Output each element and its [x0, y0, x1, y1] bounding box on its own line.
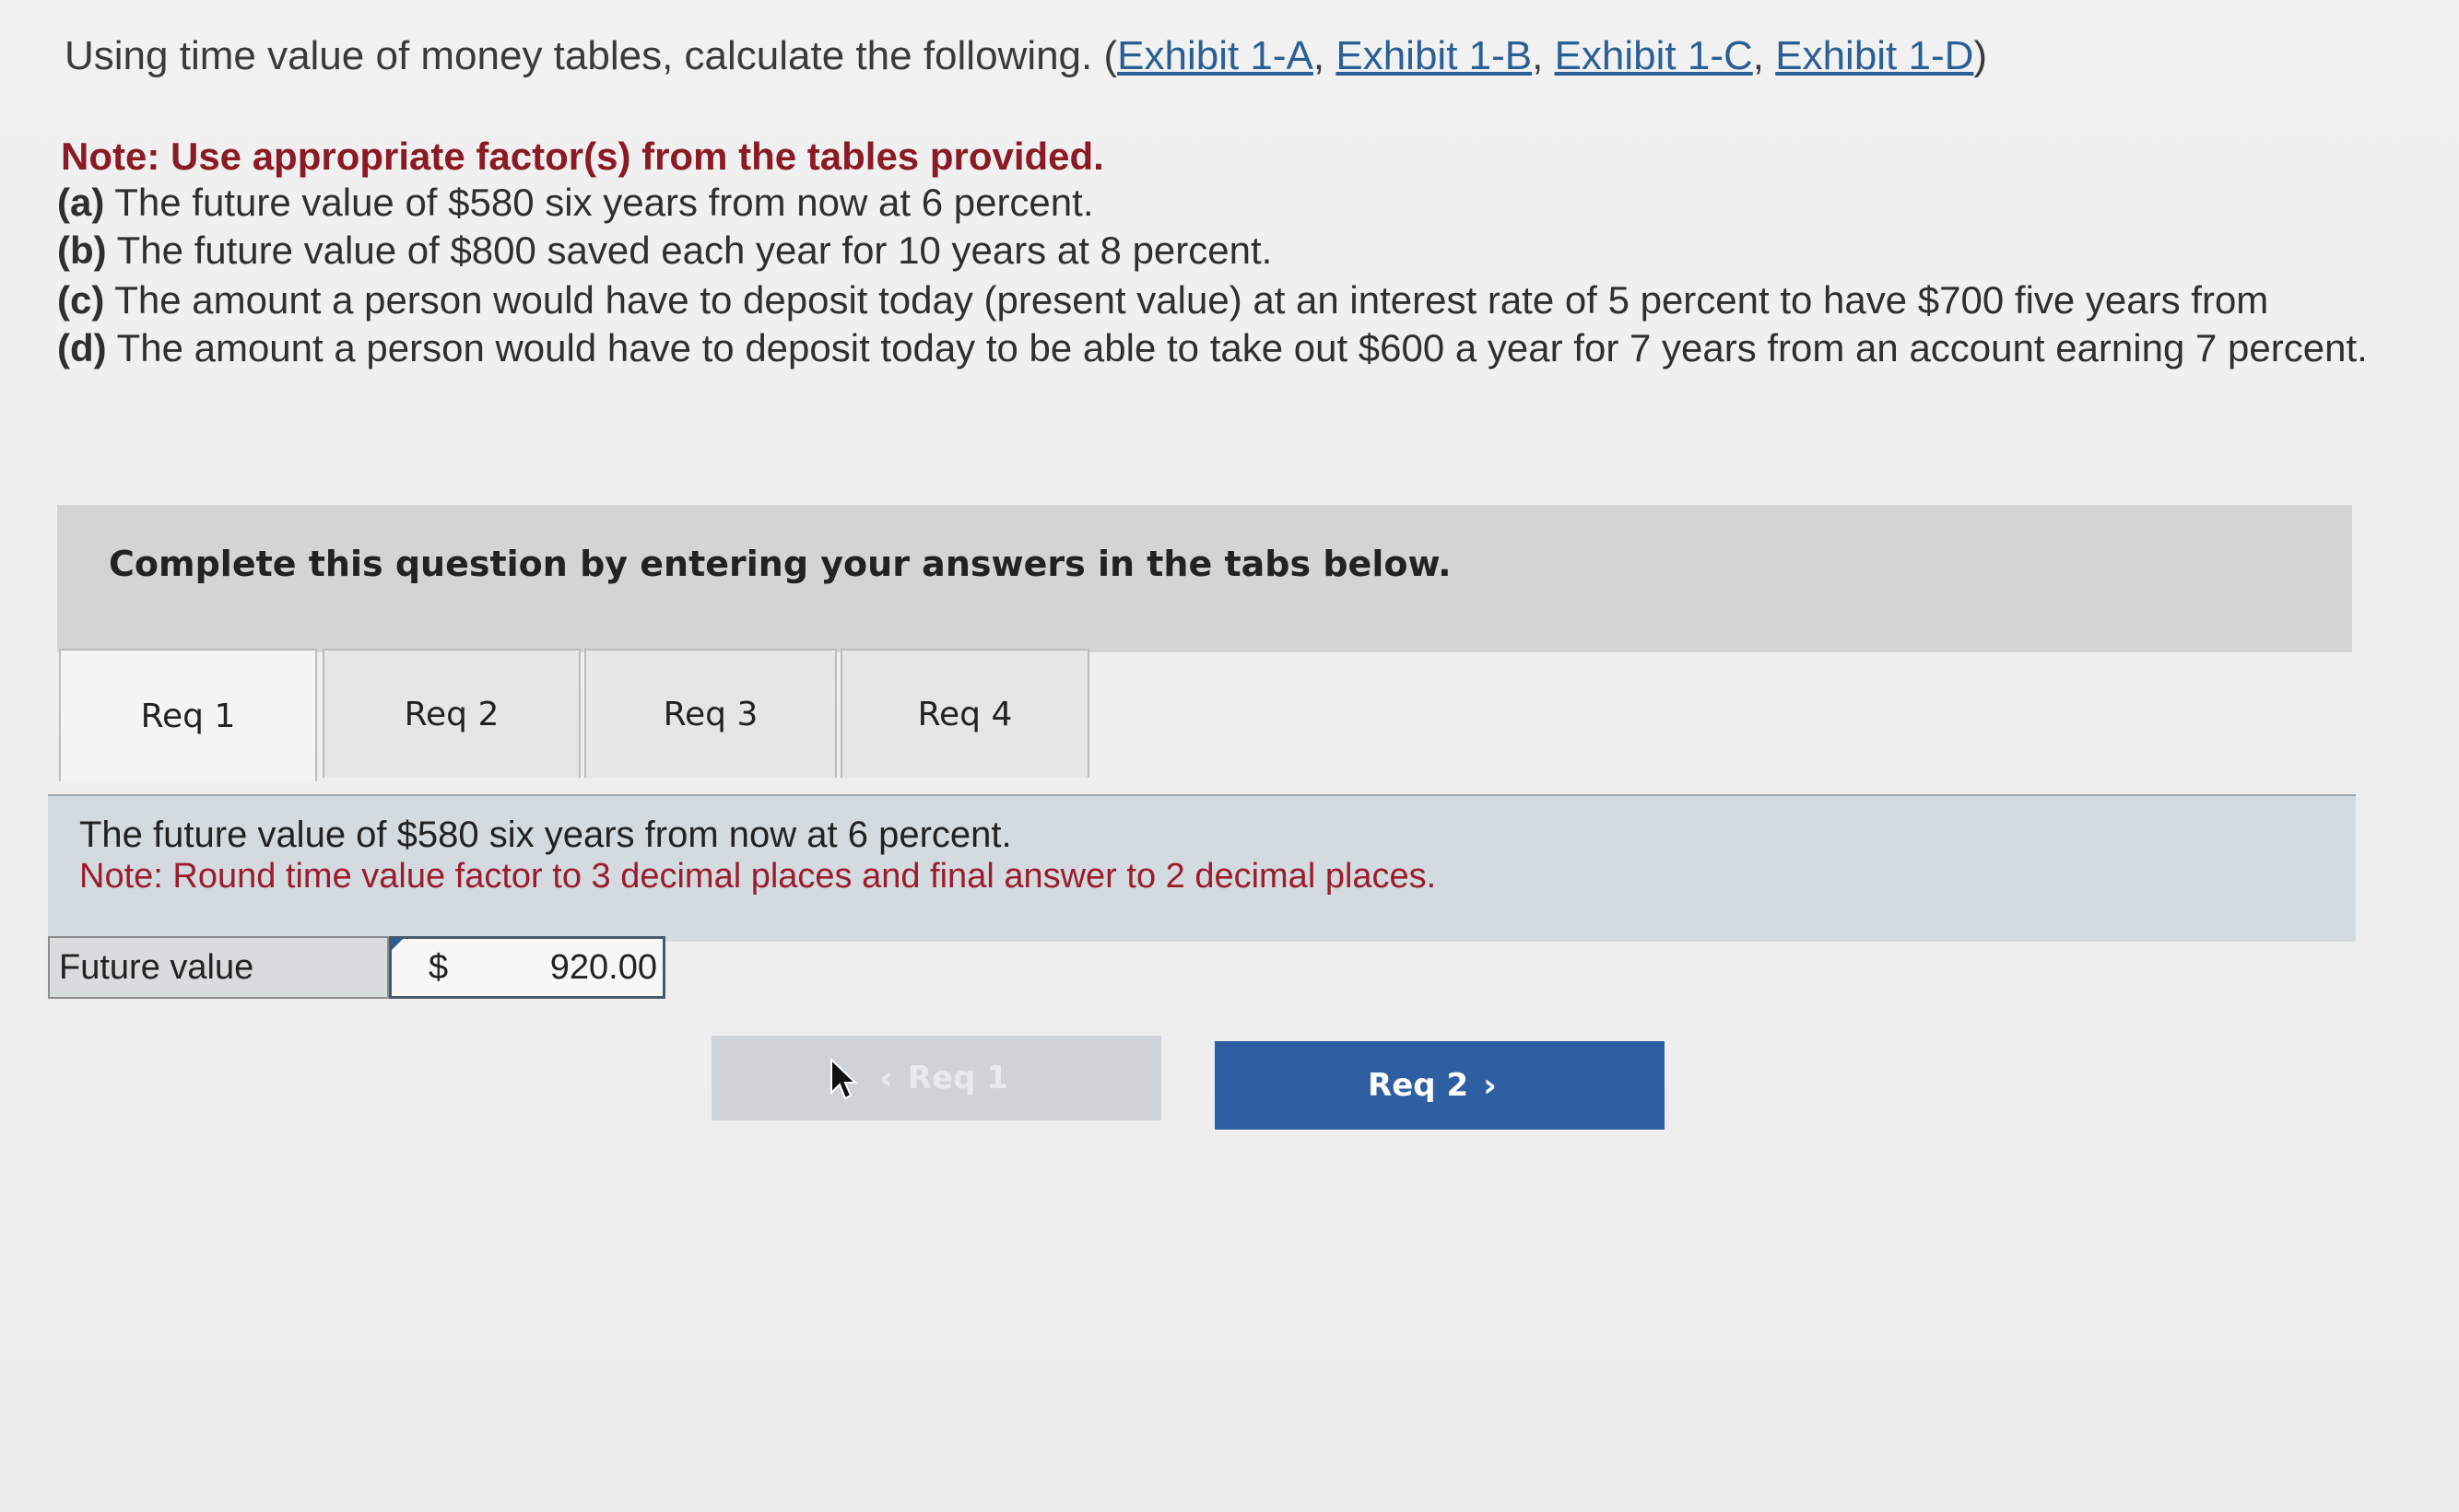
part-text: The future value of $580 six years from …: [114, 181, 1094, 224]
tab-label: Req 1: [140, 697, 236, 735]
rounding-note: Note: Round time value factor to 3 decim…: [79, 857, 1437, 896]
question-intro: Using time value of money tables, calcul…: [65, 33, 1988, 78]
instruction-banner: Complete this question by entering your …: [57, 505, 2352, 652]
requirement-panel: The future value of $580 six years from …: [48, 794, 2356, 942]
intro-close: ): [1973, 33, 1988, 78]
chevron-right-icon: ›: [1483, 1066, 1497, 1105]
banner-text: Complete this question by entering your …: [109, 544, 1452, 584]
next-req-button[interactable]: Req 2 ›: [1215, 1041, 1665, 1130]
part-letter: (a): [57, 181, 105, 224]
question-part-b: (b) The future value of $800 saved each …: [57, 229, 1272, 273]
question-part-d: (d) The amount a person would have to de…: [57, 324, 2435, 372]
chevron-left-icon: ‹: [879, 1059, 893, 1097]
prev-button-label: Req 1: [907, 1060, 1008, 1096]
prev-req-button[interactable]: ‹ Req 1: [712, 1036, 1161, 1120]
exhibit-link-1b[interactable]: Exhibit 1-B: [1335, 33, 1532, 78]
question-part-a: (a) The future value of $580 six years f…: [57, 181, 1094, 225]
tab-req-4[interactable]: Req 4: [841, 649, 1089, 778]
factor-note: Note: Use appropriate factor(s) from the…: [61, 135, 1104, 178]
requirement-description: The future value of $580 six years from …: [79, 815, 1012, 855]
tab-req-1[interactable]: Req 1: [59, 649, 317, 781]
part-letter: (c): [57, 278, 105, 322]
question-part-c: (c) The amount a person would have to de…: [57, 278, 2268, 322]
exhibit-link-1c[interactable]: Exhibit 1-C: [1555, 33, 1753, 78]
intro-text: Using time value of money tables, calcul…: [65, 33, 1118, 78]
part-letter: (d): [57, 326, 107, 369]
mouse-cursor-icon: [830, 1058, 857, 1100]
tab-req-2[interactable]: Req 2: [323, 649, 581, 778]
next-button-label: Req 2: [1368, 1067, 1469, 1104]
tab-label: Req 3: [663, 695, 759, 733]
part-text: The amount a person would have to deposi…: [116, 326, 2368, 369]
future-value-input[interactable]: $ 920.00: [389, 936, 665, 999]
part-text: The future value of $800 saved each year…: [116, 229, 1273, 272]
answer-marker-icon: [391, 938, 404, 951]
tab-label: Req 4: [917, 695, 1013, 733]
future-value-label: Future value: [48, 936, 389, 999]
answer-row: Future value $ 920.00: [48, 936, 665, 999]
part-letter: (b): [57, 229, 107, 272]
exhibit-link-1d[interactable]: Exhibit 1-D: [1775, 33, 1973, 78]
exhibit-link-1a[interactable]: Exhibit 1-A: [1117, 33, 1313, 78]
future-value-amount[interactable]: 920.00: [550, 948, 657, 988]
tab-req-3[interactable]: Req 3: [584, 649, 837, 778]
tab-label: Req 2: [404, 695, 500, 733]
part-text: The amount a person would have to deposi…: [114, 278, 2269, 322]
currency-symbol: $: [429, 948, 449, 987]
